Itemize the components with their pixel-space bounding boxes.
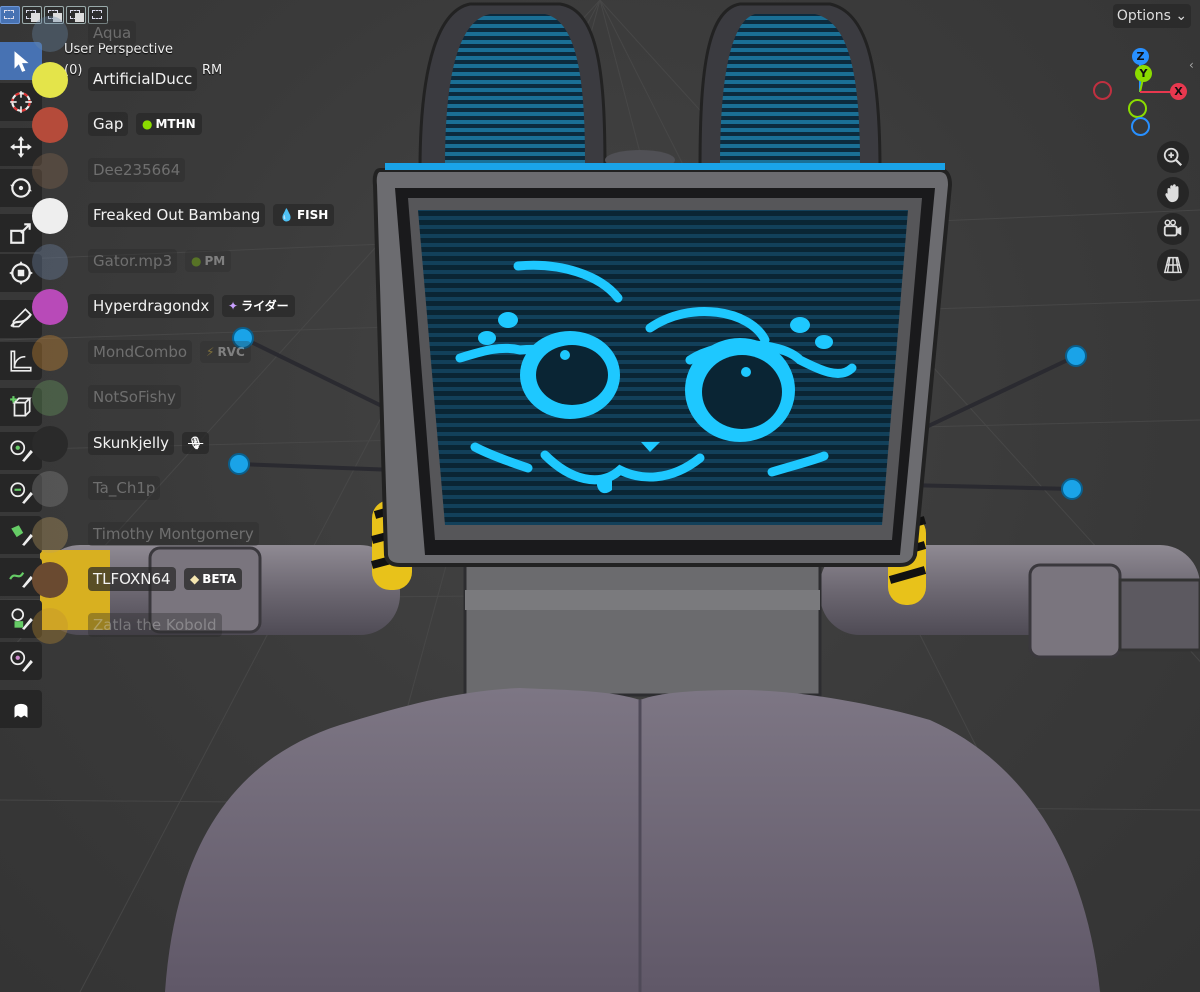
participant-row[interactable]: Aqua	[30, 14, 350, 52]
camera-view-icon[interactable]	[1157, 213, 1189, 245]
navigation-gizmo[interactable]: Z Y X	[1088, 44, 1198, 136]
participant-row[interactable]: Hyperdragondx ✦ ライダー	[30, 287, 350, 325]
avatar	[32, 61, 68, 98]
avatar	[32, 334, 68, 371]
participant-name: Zatla the Kobold	[88, 612, 222, 637]
participant-row[interactable]: MondCombo ⚡ RVC	[30, 333, 350, 371]
neg-z-axis-icon[interactable]	[1131, 117, 1150, 136]
participant-name: Ta_Ch1p	[88, 476, 161, 500]
options-label: Options	[1116, 8, 1171, 24]
participant-row[interactable]: Skunkjelly 🎙	[30, 424, 350, 462]
avatar	[32, 607, 68, 644]
participant-name: Skunkjelly	[88, 430, 175, 455]
avatar	[32, 152, 68, 189]
badge-label: MTHN	[155, 117, 196, 131]
neg-y-axis-icon[interactable]	[1128, 99, 1147, 118]
badge-label: PM	[204, 253, 226, 268]
participant-name: Dee235664	[88, 157, 186, 182]
neg-x-axis-icon[interactable]	[1093, 81, 1112, 100]
muted-mic-icon: 🎙	[182, 431, 210, 454]
participant-name: Hyperdragondx	[88, 294, 215, 318]
participant-row[interactable]: Gap ● MTHN	[30, 105, 350, 143]
participant-row[interactable]: Gator.mp3 ● PM	[30, 242, 350, 280]
paint-tool-6-button[interactable]	[0, 642, 42, 680]
participant-name: Gap	[88, 112, 129, 136]
gem-icon: ◆	[190, 572, 200, 586]
role-badge: ⚡ RVC	[200, 340, 251, 363]
avatar	[32, 516, 68, 553]
moon-icon: ●	[142, 117, 153, 131]
role-badge: ✦ ライダー	[222, 295, 295, 317]
role-badge: 💧 FISH	[273, 204, 335, 226]
participant-row[interactable]: NotSoFishy	[30, 378, 350, 416]
avatar	[32, 243, 68, 280]
participant-name: NotSoFishy	[88, 385, 181, 409]
participant-name: ArtificialDucc	[88, 66, 198, 91]
participant-row[interactable]: Timothy Montgomery	[30, 515, 350, 553]
avatar	[32, 107, 68, 143]
avatar	[32, 16, 68, 52]
badge-label: FISH	[296, 208, 329, 222]
participant-row[interactable]: ArtificialDucc	[30, 60, 350, 98]
avatar	[32, 562, 68, 598]
badge-label: BETA	[202, 572, 237, 586]
moon-icon: ●	[191, 253, 202, 268]
avatar	[32, 425, 68, 462]
participant-row[interactable]: TLFOXN64 ◆ BETA	[30, 560, 350, 598]
participant-row[interactable]: Zatla the Kobold	[30, 606, 350, 644]
options-dropdown[interactable]: Options ⌄	[1113, 4, 1191, 28]
avatar	[32, 380, 68, 416]
participant-row[interactable]: Ta_Ch1p	[30, 469, 350, 507]
badge-label: ライダー	[241, 299, 289, 313]
chevron-down-icon: ⌄	[1175, 8, 1188, 24]
select-new-mode-icon[interactable]	[0, 6, 20, 24]
y-axis-icon[interactable]: Y	[1135, 65, 1152, 82]
participant-name: Aqua	[88, 21, 137, 45]
pan-hand-icon[interactable]	[1157, 177, 1189, 209]
zoom-icon[interactable]	[1157, 141, 1189, 173]
role-badge: ● MTHN	[136, 113, 202, 135]
paint-tool-6-icon	[10, 650, 33, 672]
participant-row[interactable]: Freaked Out Bambang 💧 FISH	[30, 196, 350, 234]
avatar	[32, 289, 68, 325]
perspective-grid-icon[interactable]	[1157, 249, 1189, 281]
x-axis-icon[interactable]: X	[1170, 83, 1187, 100]
participant-name: TLFOXN64	[88, 567, 176, 591]
participant-name: Gator.mp3	[88, 248, 178, 273]
participant-name: MondCombo	[88, 339, 193, 364]
droplet-icon: 💧	[279, 208, 294, 222]
sparkle-icon: ✦	[228, 299, 239, 313]
ghost-tool-icon	[14, 700, 28, 718]
participant-name: Freaked Out Bambang	[88, 203, 266, 227]
ghost-tool-button[interactable]	[0, 690, 42, 728]
participant-row[interactable]: Dee235664	[30, 151, 350, 189]
badge-label: RVC	[217, 344, 245, 359]
participant-name: Timothy Montgomery	[88, 521, 259, 546]
role-badge: ◆ BETA	[184, 568, 243, 590]
bolt-icon: ⚡	[206, 344, 215, 359]
z-axis-icon[interactable]: Z	[1132, 48, 1149, 65]
role-badge: ● PM	[185, 249, 232, 272]
avatar	[32, 198, 68, 234]
avatar	[32, 471, 68, 507]
3d-viewport[interactable]: User Perspective (0) RM Aqua ArtificialDu…	[0, 0, 1200, 992]
